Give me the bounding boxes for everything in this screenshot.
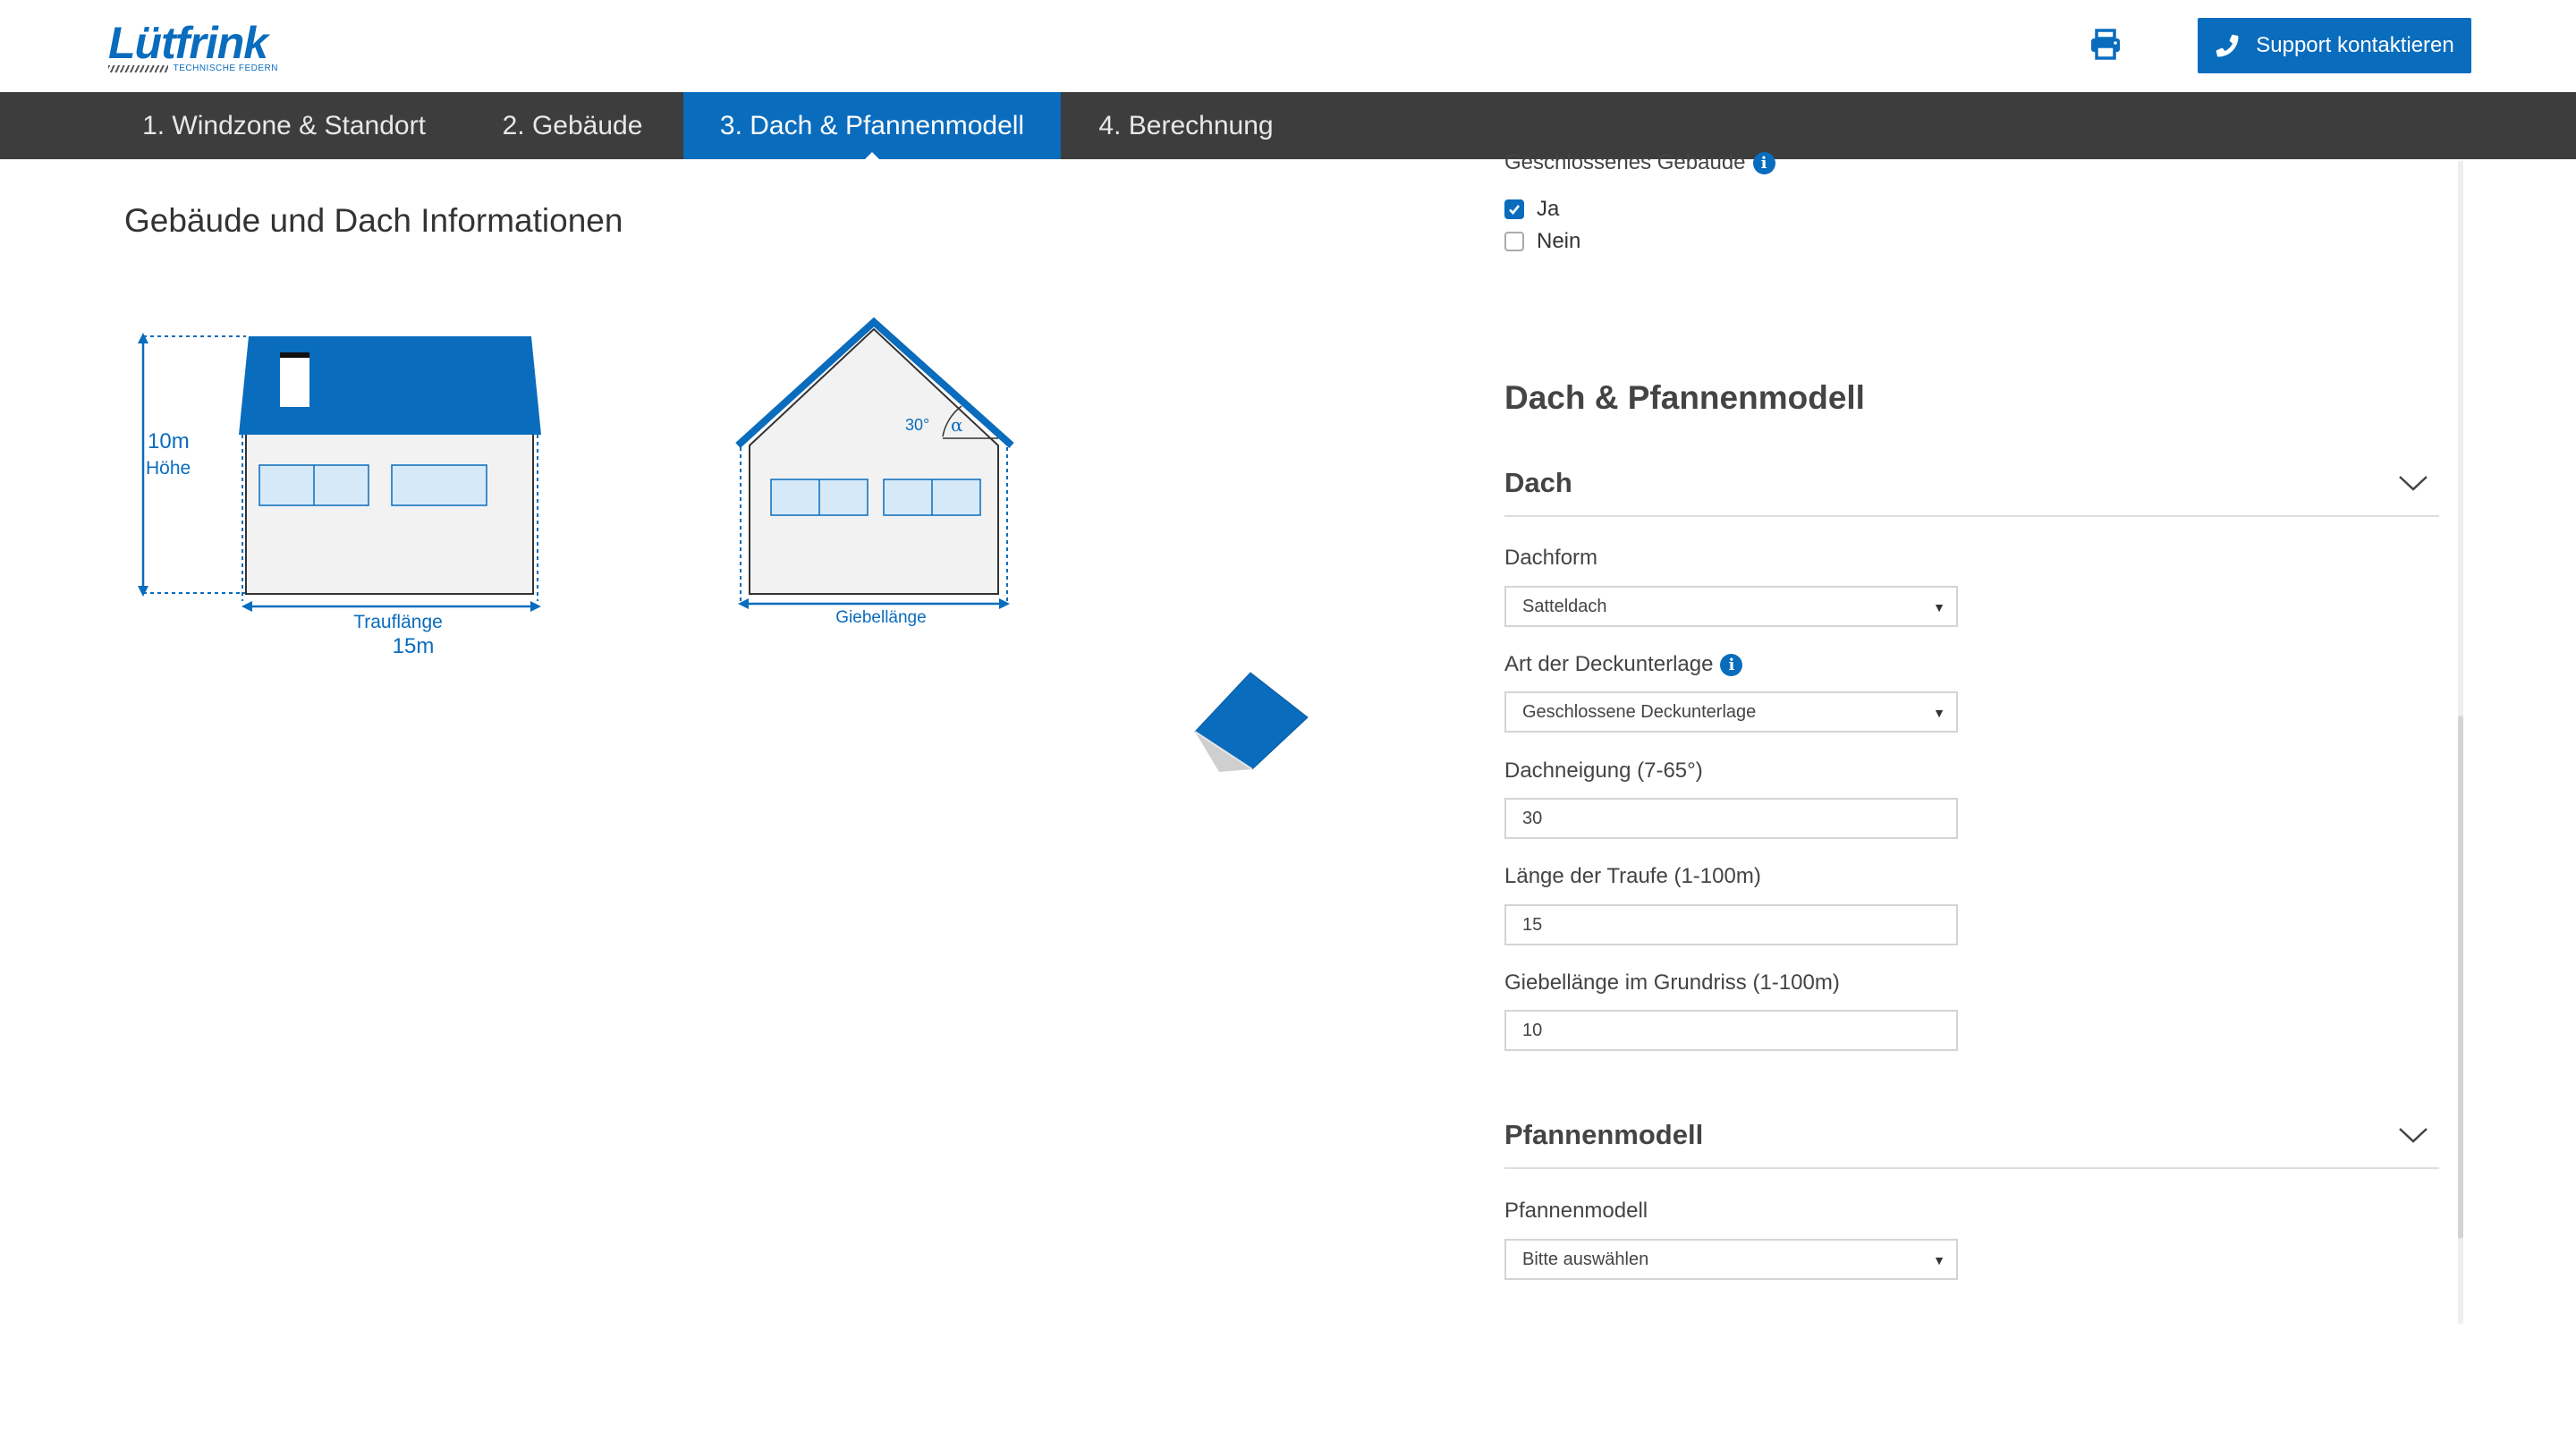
accordion-pfannenmodell[interactable]: Pfannenmodell [1504, 1102, 2439, 1169]
building-gable-view [735, 317, 1014, 609]
angle-symbol: α [951, 414, 963, 436]
select-value: Geschlossene Deckunterlage [1522, 701, 1757, 722]
chevron-down-icon [2399, 475, 2428, 491]
eave-label: Trauflänge [353, 612, 443, 632]
info-icon[interactable]: i [1752, 151, 1775, 174]
gable-label: Giebellänge [835, 608, 926, 627]
support-contact-button[interactable]: Support kontaktieren [2198, 18, 2471, 73]
underlay-label-text: Art der Deckunterlage [1504, 652, 1714, 676]
eave-length-label: Länge der Traufe (1-100m) [1504, 864, 1761, 888]
underlay-select[interactable]: Geschlossene Deckunterlage ▼ [1504, 691, 1958, 733]
closed-building-text: Geschlossenes Gebäude [1504, 150, 1746, 174]
print-icon[interactable] [2088, 27, 2123, 63]
accordion-title: Dach [1504, 466, 1572, 498]
gable-length-label: Giebellänge im Grundriss (1-100m) [1504, 970, 1840, 995]
gable-length-input[interactable]: 10 [1504, 1010, 1958, 1051]
closed-building-label: Geschlossenes Gebäude i [1504, 150, 1775, 175]
pitch-label: Dachneigung (7-65°) [1504, 758, 1703, 783]
accordion-title: Pfannenmodell [1504, 1118, 1704, 1150]
building-diagrams: 10m Höhe Trauflänge 15m 30° α Giebelläng… [138, 317, 1309, 772]
roof-section-title: Dach & Pfannenmodell [1504, 379, 1865, 416]
checkbox-nein[interactable]: Nein [1504, 229, 1580, 254]
support-button-label: Support kontaktieren [2256, 33, 2454, 57]
roof-3d-preview[interactable] [1194, 672, 1309, 772]
eave-value: 15m [393, 634, 435, 658]
scrollbar-thumb[interactable] [2458, 716, 2463, 1239]
height-value: 10m [148, 429, 190, 453]
phone-icon [2216, 34, 2239, 57]
dachform-select[interactable]: Satteldach ▼ [1504, 586, 1958, 627]
checkbox-checked-icon[interactable] [1504, 199, 1524, 219]
height-label: Höhe [146, 458, 191, 479]
chevron-down-icon [2399, 1127, 2428, 1143]
select-value: Satteldach [1522, 596, 1607, 616]
caret-down-icon: ▼ [1933, 600, 1945, 614]
accordion-dach[interactable]: Dach [1504, 450, 2439, 517]
underlay-label: Art der Deckunterlage i [1504, 652, 1743, 677]
tile-model-label: Pfannenmodell [1504, 1199, 1648, 1223]
dachform-label: Dachform [1504, 546, 1598, 570]
caret-down-icon: ▼ [1933, 1253, 1945, 1267]
checkbox-label: Ja [1537, 197, 1560, 221]
checkbox-ja[interactable]: Ja [1504, 197, 1559, 222]
building-side-view [138, 333, 541, 612]
eave-length-input[interactable]: 15 [1504, 904, 1958, 945]
caret-down-icon: ▼ [1933, 706, 1945, 720]
tile-model-select[interactable]: Bitte auswählen ▼ [1504, 1239, 1958, 1280]
info-icon[interactable]: i [1720, 653, 1743, 676]
pitch-input[interactable]: 30 [1504, 798, 1958, 839]
angle-value: 30° [905, 416, 929, 434]
select-value: Bitte auswählen [1522, 1249, 1649, 1269]
checkbox-label: Nein [1537, 229, 1581, 253]
chimney [280, 356, 309, 407]
checkbox-unchecked-icon[interactable] [1504, 232, 1524, 251]
